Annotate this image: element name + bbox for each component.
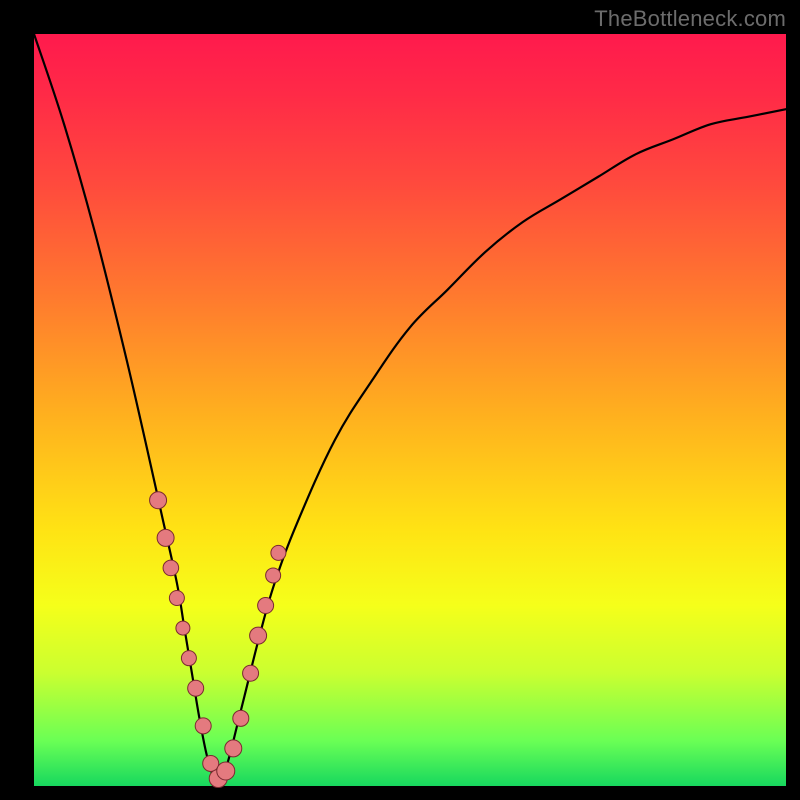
curve-marker (188, 680, 204, 696)
curve-marker (243, 665, 259, 681)
curve-marker (176, 621, 190, 635)
curve-marker (217, 762, 235, 780)
plot-area (34, 34, 786, 786)
curve-marker (195, 718, 211, 734)
curve-marker (225, 740, 242, 757)
curve-marker (266, 568, 281, 583)
curve-marker (181, 651, 196, 666)
curve-marker (203, 755, 219, 771)
curve-marker (169, 591, 184, 606)
curve-marker (250, 627, 267, 644)
watermark-text: TheBottleneck.com (594, 6, 786, 32)
curve-marker (258, 598, 274, 614)
curve-marker (233, 710, 249, 726)
bottleneck-curve (34, 34, 786, 782)
curve-marker (157, 529, 174, 546)
chart-frame: TheBottleneck.com (0, 0, 800, 800)
curve-marker (163, 560, 179, 576)
chart-svg (34, 34, 786, 786)
curve-marker (150, 492, 167, 509)
curve-markers (150, 492, 286, 788)
curve-marker (271, 545, 286, 560)
